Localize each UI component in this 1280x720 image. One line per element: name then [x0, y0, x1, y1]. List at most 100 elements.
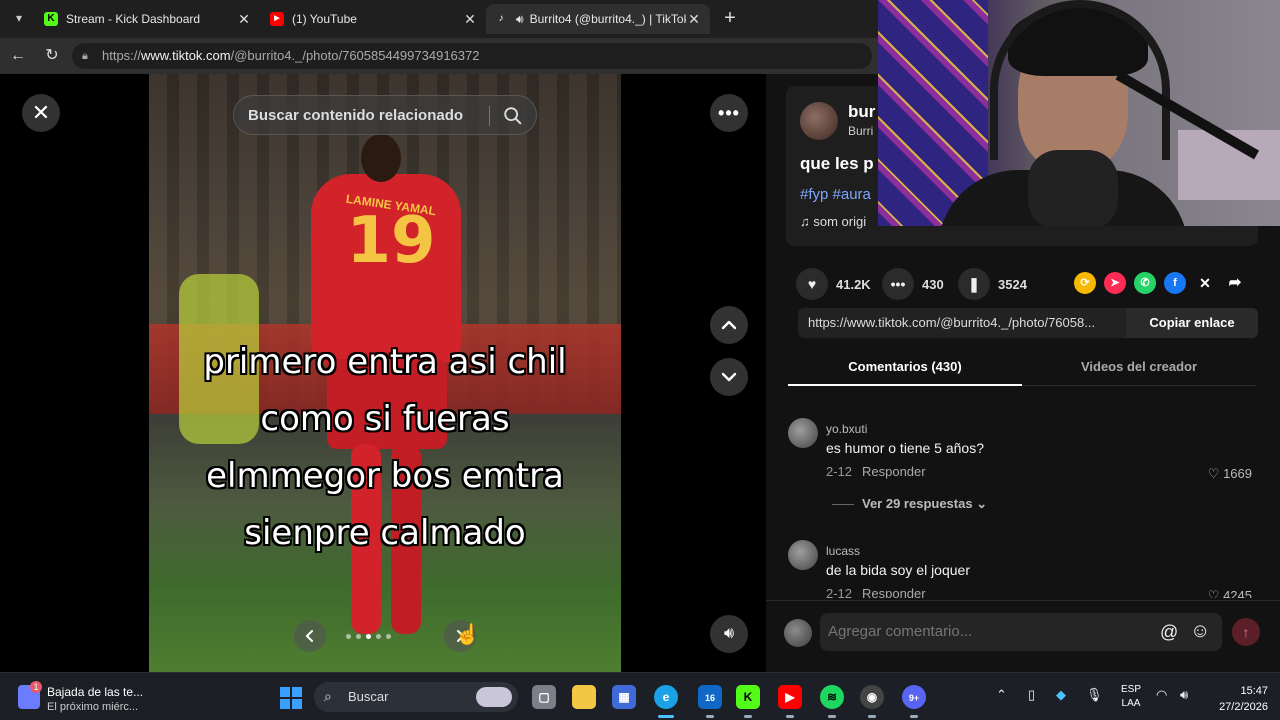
taskbar-search-label: Buscar: [348, 689, 389, 704]
comment-date: 2-12: [826, 464, 853, 479]
post-music[interactable]: ♫ som origi: [800, 214, 866, 229]
notification-widget[interactable]: 1 Bajada de las te... El próximo miérc..…: [18, 681, 158, 715]
caption-line: sienpre calmado: [244, 513, 526, 553]
kick-icon[interactable]: K: [736, 685, 760, 718]
site-info-icon[interactable]: 🔒︎: [82, 43, 88, 69]
photo-dot[interactable]: [366, 634, 371, 639]
tab-comments[interactable]: Comentarios (430): [788, 354, 1022, 386]
file-explorer-icon[interactable]: [572, 685, 596, 709]
comment-composer: @ ☺ ↑: [766, 600, 1280, 672]
close-tab-icon[interactable]: ✕: [686, 11, 702, 28]
speaker-icon[interactable]: 🔊︎: [516, 12, 524, 27]
search-highlight-art: [476, 687, 512, 707]
clock[interactable]: 15:47 27/2/2026: [1206, 683, 1268, 715]
task-view-icon[interactable]: ▢: [532, 685, 556, 709]
language-indicator[interactable]: ESP LAA: [1118, 683, 1144, 711]
comment-text: es humor o tiene 5 años?: [826, 440, 984, 456]
photo-dot[interactable]: [346, 634, 351, 639]
commenter-avatar[interactable]: [788, 540, 818, 570]
clock-date: 27/2/2026: [1219, 701, 1268, 713]
post-hashtags[interactable]: #fyp #aura: [800, 186, 871, 203]
youtube-icon[interactable]: ▶: [778, 685, 802, 718]
previous-post-button[interactable]: [710, 306, 748, 344]
photo-dot[interactable]: [356, 634, 361, 639]
reply-button[interactable]: Responder: [862, 464, 926, 479]
wifi-icon[interactable]: ◠: [1156, 687, 1167, 703]
url-field[interactable]: 🔒︎ https://www.tiktok.com/@burrito4._/ph…: [72, 43, 872, 69]
tab-kick[interactable]: K Stream - Kick Dashboard ✕: [36, 4, 260, 34]
photo-viewer: LAMINE YAMAL 19 primero entra asi chil c…: [0, 74, 766, 672]
tab-tiktok[interactable]: ♪ 🔊︎ Burrito4 (@burrito4._) | TikTok ✕: [486, 4, 710, 34]
caption-line: elmmegor bos emtra: [206, 456, 564, 496]
store-icon[interactable]: ▦: [612, 685, 636, 709]
author-name[interactable]: bur: [848, 102, 875, 122]
repost-icon[interactable]: ⟳: [1074, 272, 1096, 294]
obs-icon[interactable]: ◉: [860, 685, 884, 718]
post-comment-button[interactable]: ↑: [1232, 618, 1260, 646]
more-dots-icon: •••: [718, 102, 740, 123]
comment-like-button[interactable]: ♡ 4245: [1208, 588, 1252, 598]
whatsapp-icon[interactable]: ✆: [1134, 272, 1156, 294]
related-search-bar[interactable]: Buscar contenido relacionado: [233, 95, 537, 135]
caption-line: como si fueras: [260, 399, 510, 439]
tab-title: (1) YouTube: [292, 12, 357, 26]
close-tab-icon[interactable]: ✕: [236, 11, 252, 28]
outlook-icon[interactable]: 16: [698, 685, 722, 718]
volume-icon: 🔊︎: [723, 625, 735, 642]
like-button[interactable]: ♥ 41.2K: [796, 268, 871, 300]
copy-link-button[interactable]: Copiar enlace: [1126, 308, 1258, 338]
search-icon: ⌕: [324, 688, 332, 704]
microphone-icon[interactable]: 🎙︎: [1086, 687, 1103, 703]
bookmark-icon: ❚: [958, 268, 990, 300]
edge-icon[interactable]: e: [654, 685, 678, 718]
new-tab-button[interactable]: +: [720, 8, 740, 28]
post-link[interactable]: https://www.tiktok.com/@burrito4._/photo…: [808, 308, 1128, 338]
commenter-name[interactable]: lucass: [826, 544, 860, 558]
send-to-friends-icon[interactable]: ➤: [1104, 272, 1126, 294]
url-prefix: https://: [102, 48, 142, 63]
emoji-icon[interactable]: ☺: [1190, 620, 1210, 643]
tab-search-chevron-icon[interactable]: ▾: [8, 7, 30, 29]
taskbar-search[interactable]: ⌕ Buscar: [314, 682, 518, 712]
close-tab-icon[interactable]: ✕: [462, 11, 478, 28]
spotify-icon[interactable]: ≋: [820, 685, 844, 718]
back-icon[interactable]: ←: [8, 46, 28, 66]
comment-like-count: 1669: [1223, 466, 1252, 481]
tab-title: Burrito4 (@burrito4._) | TikTok: [529, 12, 686, 26]
facebook-icon[interactable]: f: [1164, 272, 1186, 294]
save-button[interactable]: ❚ 3524: [958, 268, 1027, 300]
comment-like-button[interactable]: ♡ 1669: [1208, 466, 1252, 482]
security-icon[interactable]: ◆: [1056, 687, 1066, 703]
comment-button[interactable]: ••• 430: [882, 268, 944, 300]
tab-creator-videos[interactable]: Videos del creador: [1022, 354, 1256, 386]
commenter-avatar[interactable]: [788, 418, 818, 448]
reply-button[interactable]: Responder: [862, 586, 926, 598]
discord-icon[interactable]: 9+: [902, 685, 926, 718]
search-icon[interactable]: [502, 105, 524, 127]
tab-youtube[interactable]: ▶ (1) YouTube ✕: [262, 4, 486, 34]
photo-dot[interactable]: [386, 634, 391, 639]
more-options-button[interactable]: •••: [710, 94, 748, 132]
commenter-name[interactable]: yo.bxuti: [826, 422, 867, 436]
share-arrow-icon[interactable]: ➦: [1224, 272, 1246, 294]
previous-photo-button[interactable]: [294, 620, 326, 652]
comment-count: 430: [922, 276, 944, 292]
view-replies-button[interactable]: Ver 29 respuestas ⌄: [832, 496, 987, 512]
windows-start-icon[interactable]: [280, 687, 302, 709]
volume-icon[interactable]: 🔊︎: [1180, 687, 1188, 703]
reload-icon[interactable]: ↻: [42, 46, 62, 66]
x-icon[interactable]: ✕: [1194, 272, 1216, 294]
chevron-up-icon[interactable]: ⌃: [996, 687, 1007, 703]
photo-dot[interactable]: [376, 634, 381, 639]
webcam-headset: [990, 0, 1170, 160]
next-post-button[interactable]: [710, 358, 748, 396]
mention-icon[interactable]: @: [1160, 622, 1178, 643]
close-viewer-button[interactable]: ✕: [22, 94, 60, 132]
author-avatar[interactable]: [800, 102, 838, 140]
tab-title: Stream - Kick Dashboard: [66, 12, 201, 26]
post-description: que les p: [800, 154, 874, 173]
discord-badge: 9+: [908, 693, 920, 703]
volume-button[interactable]: 🔊︎: [710, 615, 748, 653]
notification-subtitle: El próximo miérc...: [47, 701, 139, 713]
battery-icon[interactable]: ▯: [1028, 687, 1035, 703]
